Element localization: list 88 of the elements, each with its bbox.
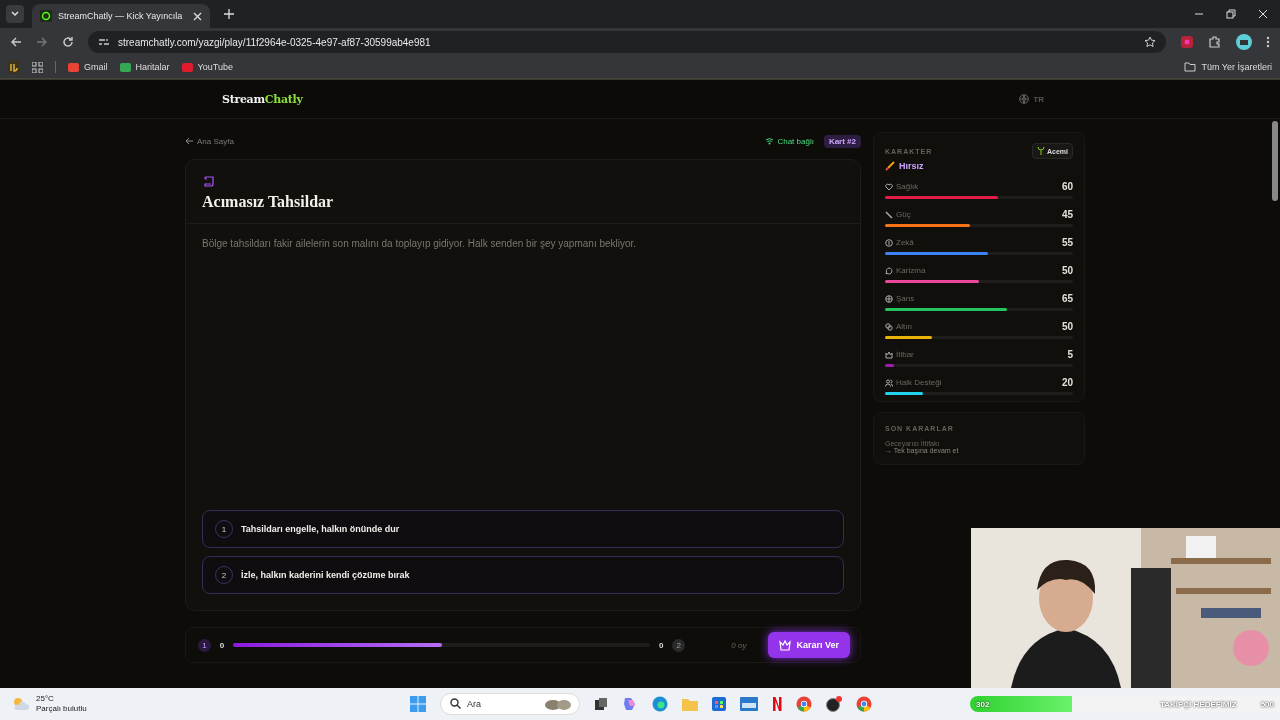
choice-option[interactable]: 2 İzle, halkın kaderini kendi çözüme bırak xyxy=(202,556,844,594)
browser-icon[interactable] xyxy=(652,696,668,712)
heart-icon xyxy=(885,182,893,191)
vote-count: 0 xyxy=(218,640,226,650)
weather-icon xyxy=(12,697,30,711)
store-icon[interactable] xyxy=(712,697,726,711)
copilot-icon[interactable] xyxy=(622,696,638,712)
stat-value: 60 xyxy=(1061,181,1073,192)
vote-total: 0 oy xyxy=(731,640,747,650)
app-icon[interactable] xyxy=(826,696,842,712)
bookmark[interactable]: Gmail xyxy=(68,62,108,72)
info-icon xyxy=(885,238,893,247)
sprout-icon xyxy=(1037,147,1045,155)
option-number: 2 xyxy=(672,638,686,652)
stat-value: 50 xyxy=(1061,265,1073,276)
task-view-icon[interactable] xyxy=(594,697,608,711)
start-icon[interactable] xyxy=(410,696,426,712)
stat-value: 45 xyxy=(1061,209,1073,220)
stat-name: Karizma xyxy=(896,266,926,275)
chrome-icon[interactable] xyxy=(856,696,872,712)
chrome-icon[interactable] xyxy=(796,696,812,712)
choice-option[interactable]: 1 Tahsildarı engelle, halkın önünde dur xyxy=(202,510,844,548)
event-description: Bölge tahsildarı fakir ailelerin son malını da toplayıp gidiyor. Halk senden bir şey yapmanı bekliyor. xyxy=(202,238,638,249)
stat-name: Sağlık xyxy=(896,182,919,191)
stat-name: İtibar xyxy=(896,350,914,359)
event-title: Acımasız Tahsildar xyxy=(202,193,335,211)
new-tab-icon[interactable] xyxy=(224,9,234,19)
crown-icon xyxy=(885,350,893,359)
stat-value: 20 xyxy=(1061,377,1073,388)
weather-condition: Parçalı bulutlu xyxy=(36,704,87,714)
character-class: Hırsız xyxy=(885,161,1073,171)
search-icon xyxy=(450,698,461,709)
puzzle-icon[interactable] xyxy=(1208,35,1222,49)
all-bookmarks[interactable]: Tüm Yer İşaretleri xyxy=(1184,62,1272,72)
folder-icon xyxy=(1184,62,1197,72)
tab-list-icon[interactable] xyxy=(6,5,24,23)
back-arrow-icon xyxy=(185,137,193,145)
stat-value: 55 xyxy=(1061,237,1073,248)
stat-value: 65 xyxy=(1061,293,1073,304)
chat-status: Chat bağlı xyxy=(765,136,814,146)
dagger-icon xyxy=(885,161,895,171)
option-text: İzle, halkın kaderini kendi çözüme bırak xyxy=(241,570,410,580)
stat-name: Altın xyxy=(896,322,912,331)
back-link[interactable]: Ana Sayfa xyxy=(185,136,234,146)
stat-name: Şans xyxy=(896,294,915,303)
users-icon xyxy=(885,378,893,387)
temperature: 25°C xyxy=(36,694,55,704)
back-icon[interactable] xyxy=(10,36,22,48)
address-bar[interactable]: streamchatly.com/yazgi/play/11f2964e-0325-4e97-af87-30599ab4e981 xyxy=(88,31,1166,53)
restore-icon[interactable] xyxy=(1226,9,1236,19)
search-field[interactable]: Ara xyxy=(440,693,580,715)
option-number: 1 xyxy=(198,638,211,652)
stat-name: Halk Desteği xyxy=(896,378,942,387)
menu-icon[interactable] xyxy=(1266,36,1270,48)
logo[interactable]: StreamChatly xyxy=(222,92,303,106)
card-number-badge: Kart #2 xyxy=(823,134,861,148)
keyboard-icon[interactable] xyxy=(740,697,758,711)
forward-icon[interactable] xyxy=(36,36,48,48)
stat-name: Güç xyxy=(896,210,911,219)
scrollbar[interactable] xyxy=(1272,121,1278,201)
wifi-icon xyxy=(765,137,775,145)
coins-icon xyxy=(885,322,893,331)
stat-value: 50 xyxy=(1061,321,1073,332)
extension-icon[interactable] xyxy=(1180,35,1194,49)
close-icon[interactable] xyxy=(1258,9,1268,19)
goal-target: 500 xyxy=(1260,699,1274,709)
goal-current: 302 xyxy=(976,699,990,709)
apps-grid-icon[interactable] xyxy=(32,61,43,73)
chat-bubble-icon xyxy=(885,266,893,275)
n-logo-icon[interactable] xyxy=(772,697,782,711)
workspace-icon[interactable] xyxy=(8,60,20,74)
option-text: Tahsildarı engelle, halkın önünde dur xyxy=(241,524,400,534)
bookmark[interactable]: YouTube xyxy=(181,62,233,72)
globe-icon xyxy=(1019,94,1030,104)
reload-icon[interactable] xyxy=(62,36,74,48)
browser-tab[interactable]: StreamChatly — Kick Yayıncıla xyxy=(32,4,210,28)
profile-avatar-icon[interactable] xyxy=(1236,34,1252,50)
app-logo-icon xyxy=(40,10,52,22)
decide-button[interactable]: Kararı Ver xyxy=(768,632,850,658)
bookmark[interactable]: Haritalar xyxy=(119,62,170,72)
crown-icon xyxy=(779,639,792,651)
close-icon[interactable] xyxy=(193,11,202,21)
scroll-icon xyxy=(204,176,215,187)
goal-label: TAKİPÇİ HEDEFİMİZ xyxy=(1159,699,1237,709)
pen-icon xyxy=(885,210,893,219)
vote-count: 0 xyxy=(658,640,665,650)
stat-value: 5 xyxy=(1067,349,1073,360)
stat-name: Zekâ xyxy=(896,238,914,247)
